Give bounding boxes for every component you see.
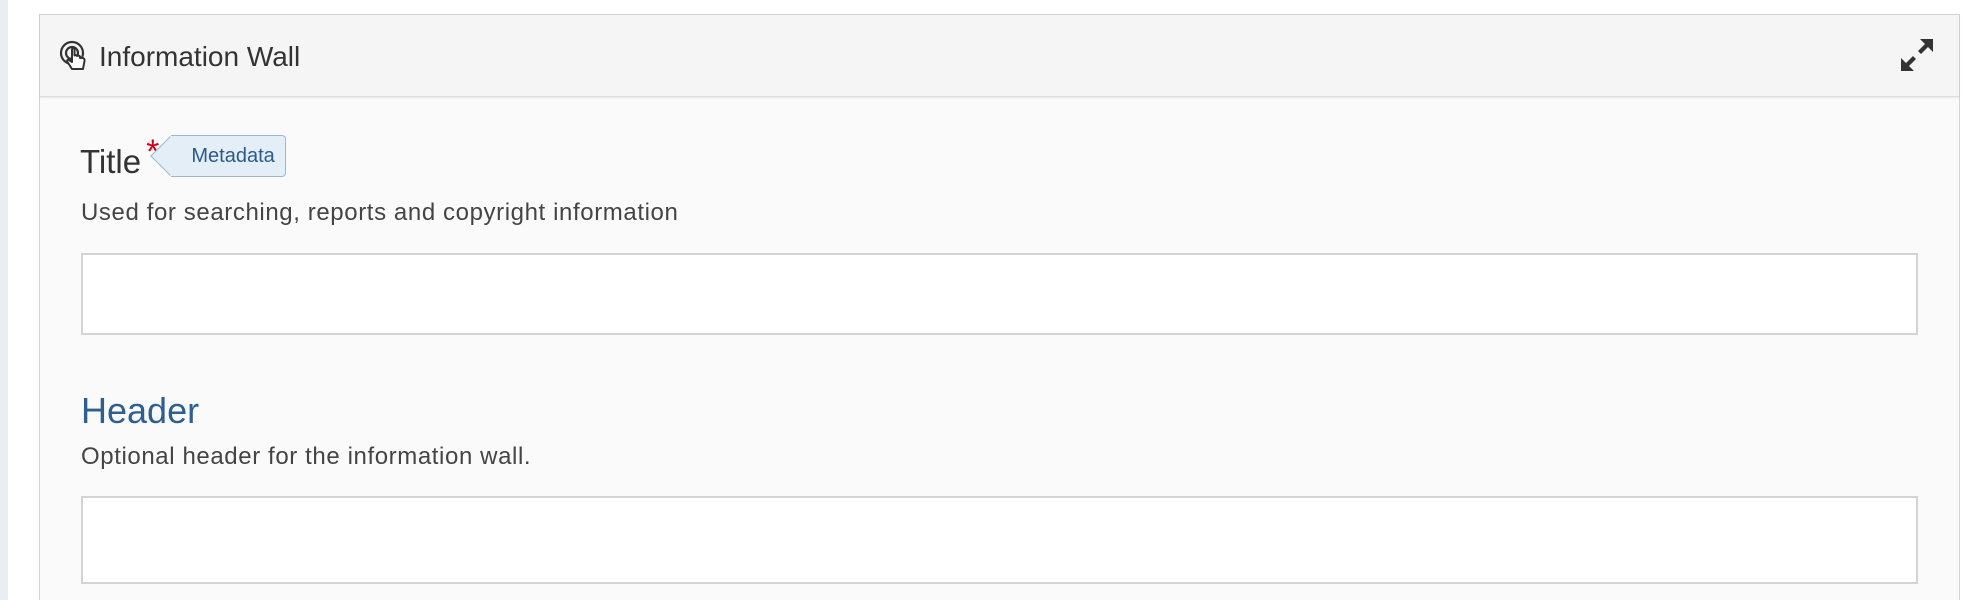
panel-header: Information Wall — [40, 15, 1959, 97]
hand-pointer-icon — [59, 40, 89, 72]
metadata-tag-label: Metadata — [191, 144, 275, 167]
title-label: Title — [80, 143, 142, 180]
header-description: Optional header for the information wall… — [81, 443, 532, 470]
title-input[interactable] — [81, 253, 1918, 335]
title-description: Used for searching, reports and copyrigh… — [81, 199, 679, 226]
information-wall-panel: Information Wall Title * Metadata Used f… — [39, 14, 1960, 600]
header-input[interactable] — [81, 496, 1918, 584]
title-label-row: Title * Metadata — [80, 135, 286, 187]
page: Information Wall Title * Metadata Used f… — [0, 0, 1966, 600]
expand-arrows-icon[interactable] — [1897, 35, 1937, 75]
left-edge-strip — [0, 0, 8, 600]
header-section-heading: Header — [81, 390, 200, 431]
metadata-tag: Metadata — [171, 135, 286, 177]
panel-title: Information Wall — [99, 41, 301, 72]
